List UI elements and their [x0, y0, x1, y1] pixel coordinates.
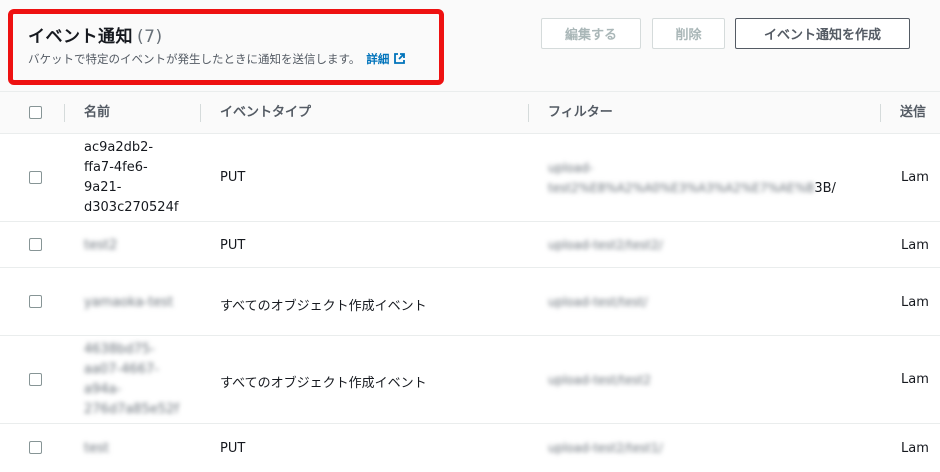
column-header-event-type[interactable]: イベントタイプ [220, 92, 311, 134]
row-checkbox[interactable] [29, 441, 42, 454]
column-header-destination[interactable]: 送信 [900, 92, 926, 134]
name-line: a94a- [84, 382, 122, 397]
filter-value: upload-test2/test1/ [548, 441, 663, 455]
panel-header: イベント通知 (7) バケットで特定のイベントが発生したときに通知を送信します。詳… [0, 0, 940, 92]
event-type: すべてのオブジェクト作成イベント [220, 376, 427, 391]
table-row[interactable]: 4638bd75- aa07-4667- a94a- 276d7a85e52f … [0, 336, 940, 424]
notification-name: ac9a2db2- ffa7-4fe6- 9a21- d303c270524f [84, 138, 178, 218]
panel-title-text: イベント通知 [28, 27, 133, 47]
notification-name: test [84, 441, 109, 456]
panel-title: イベント通知 (7) [28, 22, 163, 47]
name-line: 9a21- [84, 180, 122, 195]
row-checkbox[interactable] [29, 171, 42, 184]
destination: Lam [901, 441, 929, 456]
event-type: PUT [220, 441, 246, 456]
filter-line: test2%E8%A2%A0%E3%A3%A2%E7%AE%B [548, 181, 815, 195]
delete-button[interactable]: 削除 [652, 18, 725, 49]
external-link-icon[interactable] [393, 52, 406, 68]
name-line: ffa7-4fe6- [84, 160, 148, 175]
description-text: バケットで特定のイベントが発生したときに通知を送信します。 [28, 52, 361, 66]
item-count: (7) [137, 27, 163, 47]
table-header: 名前 イベントタイプ フィルター 送信 [0, 92, 940, 134]
event-type: PUT [220, 238, 246, 253]
destination: Lam [901, 372, 929, 387]
name-line: 276d7a85e52f [84, 402, 179, 417]
name-line: 4638bd75- [84, 342, 155, 357]
destination: Lam [901, 238, 929, 253]
table-row[interactable]: test PUT upload-test2/test1/ Lam [0, 424, 940, 472]
more-info-link[interactable]: 詳細 [366, 52, 389, 66]
table-row[interactable]: ac9a2db2- ffa7-4fe6- 9a21- d303c270524f … [0, 134, 940, 222]
name-line: aa07-4667- [84, 362, 159, 377]
filter-value: upload- test2%E8%A2%A0%E3%A3%A2%E7%AE%B3… [548, 158, 836, 199]
highlight-box [8, 9, 444, 85]
column-header-name[interactable]: 名前 [84, 92, 110, 134]
row-checkbox[interactable] [29, 238, 42, 251]
name-line: d303c270524f [84, 200, 179, 215]
name-line: ac9a2db2- [84, 140, 154, 155]
column-divider [880, 104, 881, 122]
filter-line: upload- [548, 161, 594, 175]
filter-value: upload-test/test2 [548, 373, 651, 387]
event-type: PUT [220, 170, 246, 185]
notification-name: test2 [84, 238, 118, 253]
row-checkbox[interactable] [29, 373, 42, 386]
column-divider [528, 104, 529, 122]
destination: Lam [901, 170, 929, 185]
row-checkbox[interactable] [29, 295, 42, 308]
destination: Lam [901, 295, 929, 310]
event-type: すべてのオブジェクト作成イベント [220, 299, 427, 314]
column-divider [200, 104, 201, 122]
table-row[interactable]: test2 PUT upload-test2/test2/ Lam [0, 222, 940, 268]
notification-name: yamaoka-test [84, 295, 174, 310]
select-all-checkbox[interactable] [29, 106, 42, 119]
column-header-filter[interactable]: フィルター [548, 92, 613, 134]
create-notification-button[interactable]: イベント通知を作成 [735, 18, 910, 49]
notification-name: 4638bd75- aa07-4667- a94a- 276d7a85e52f [84, 340, 179, 420]
filter-value: upload-test2/test2/ [548, 238, 663, 252]
table-row[interactable]: yamaoka-test すべてのオブジェクト作成イベント upload-tes… [0, 268, 940, 336]
panel-description: バケットで特定のイベントが発生したときに通知を送信します。 詳細 [28, 51, 406, 68]
filter-tail: 3B/ [814, 181, 836, 196]
column-divider [64, 104, 65, 122]
edit-button[interactable]: 編集する [541, 18, 641, 49]
filter-value: upload-test/test/ [548, 295, 648, 309]
